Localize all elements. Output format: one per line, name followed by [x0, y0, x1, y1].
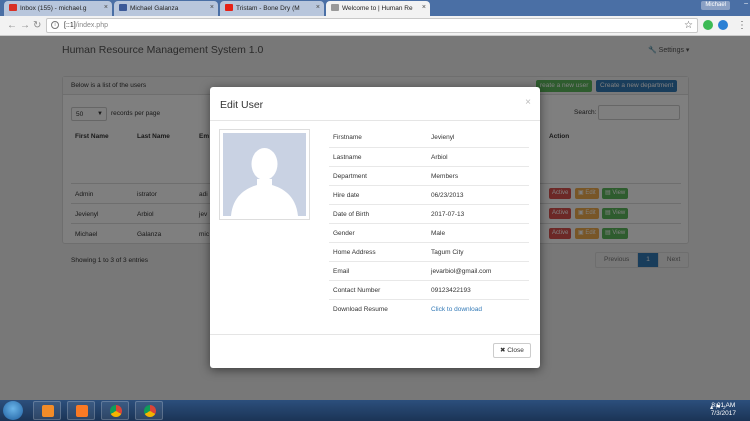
taskbar-app-chrome[interactable] — [135, 401, 163, 420]
close-icon[interactable]: × — [210, 4, 214, 11]
detail-row-date-of-birth: Date of Birth 2017-07-13 — [329, 204, 529, 223]
tab-title: Welcome to | Human Re — [342, 5, 413, 12]
bookmark-star-icon[interactable]: ☆ — [684, 20, 693, 31]
taskbar-app-chrome[interactable] — [101, 401, 129, 420]
detail-value: Members — [431, 173, 459, 180]
tab-title: Michael Galanza — [130, 5, 179, 12]
detail-label: Firstname — [333, 134, 362, 141]
tab-title: Inbox (155) - michael.g — [20, 5, 87, 12]
facebook-icon — [119, 4, 127, 11]
url-text[interactable]: [::1]/index.php — [64, 22, 108, 29]
user-photo — [219, 129, 310, 220]
xampp-icon — [76, 405, 88, 417]
detail-label: Home Address — [333, 249, 376, 256]
download-resume-link[interactable]: Click to download — [431, 306, 482, 313]
close-icon[interactable]: × — [525, 97, 531, 108]
detail-row-email: Email jevarbiol@gmail.com — [329, 261, 529, 280]
close-icon[interactable]: × — [104, 4, 108, 11]
tab-gmail[interactable]: Inbox (155) - michael.g × — [4, 1, 112, 16]
detail-row-home-address: Home Address Tagum City — [329, 242, 529, 261]
gmail-icon — [9, 4, 17, 11]
detail-row-department: Department Members — [329, 166, 529, 185]
back-icon[interactable]: ← — [7, 20, 17, 32]
tab-youtube[interactable]: Tristam - Bone Dry (M × — [220, 1, 324, 16]
extension-icon[interactable] — [718, 20, 728, 30]
window-controls[interactable]: – — [744, 0, 748, 7]
taskbar-clock[interactable]: 8:01 AM 7/3/2017 — [711, 402, 736, 418]
detail-row-gender: Gender Male — [329, 223, 529, 242]
detail-label: Contact Number — [333, 287, 381, 294]
close-icon[interactable]: × — [316, 4, 320, 11]
browser-toolbar: ← → ↻ i [::1]/index.php ☆ ⋮ — [0, 16, 750, 36]
detail-value: 2017-07-13 — [431, 211, 465, 218]
detail-value: 06/23/2013 — [431, 192, 464, 199]
detail-value: Tagum City — [431, 249, 464, 256]
close-icon[interactable]: × — [422, 4, 426, 11]
detail-value: Male — [431, 230, 446, 237]
page-content: Human Resource Management System 1.0 🔧 S… — [0, 36, 750, 400]
browser-tab-bar: Inbox (155) - michael.g × Michael Galanza… — [0, 0, 750, 16]
taskbar-app-xampp[interactable] — [67, 401, 95, 420]
detail-row-lastname: Lastname Arbiol — [329, 147, 529, 166]
tab-title: Tristam - Bone Dry (M — [236, 5, 300, 12]
detail-value: Jevienyl — [431, 134, 455, 141]
browser-user-badge[interactable]: Michael — [701, 1, 730, 10]
tab-hrms[interactable]: Welcome to | Human Re × — [326, 1, 430, 16]
tab-facebook[interactable]: Michael Galanza × — [114, 1, 218, 16]
reload-icon[interactable]: ↻ — [33, 20, 41, 32]
detail-label: Lastname — [333, 154, 362, 161]
detail-value: jevarbiol@gmail.com — [431, 268, 492, 275]
chrome-icon — [144, 405, 156, 417]
forward-icon[interactable]: → — [20, 20, 30, 32]
clock-time: 8:01 AM — [711, 402, 736, 409]
chrome-icon — [110, 405, 122, 417]
info-icon[interactable]: i — [51, 21, 59, 29]
youtube-icon — [225, 4, 233, 11]
detail-row-firstname: Firstname Jevienyl — [329, 128, 529, 147]
detail-row-hire-date: Hire date 06/23/2013 — [329, 185, 529, 204]
detail-row-contact-number: Contact Number 09123422193 — [329, 280, 529, 299]
detail-value: Arbiol — [431, 154, 448, 161]
windows-taskbar: ▴ ⚑ ♪ 8:01 AM 7/3/2017 — [0, 400, 750, 421]
close-button[interactable]: ✖ Close — [493, 343, 531, 358]
menu-icon[interactable]: ⋮ — [737, 20, 747, 32]
taskbar-app-sublime[interactable] — [33, 401, 61, 420]
detail-value: 09123422193 — [431, 287, 471, 294]
page-icon — [331, 4, 339, 11]
detail-label: Gender — [333, 230, 355, 237]
detail-label: Hire date — [333, 192, 360, 199]
start-button[interactable] — [3, 401, 23, 420]
detail-label: Department — [333, 173, 367, 180]
clock-date: 7/3/2017 — [710, 410, 736, 417]
modal-title: Edit User — [220, 99, 264, 111]
detail-row-download-resume: Download Resume Click to download — [329, 299, 529, 318]
divider — [210, 120, 540, 121]
detail-label: Date of Birth — [333, 211, 370, 218]
divider — [210, 334, 540, 335]
sublime-text-icon — [42, 405, 54, 417]
edit-user-modal: Edit User × ✖ Close Firstname Jevienyl Las… — [210, 87, 540, 368]
detail-label: Download Resume — [333, 306, 388, 313]
avatar-placeholder-icon — [223, 133, 306, 216]
address-bar[interactable]: i [::1]/index.php ☆ — [46, 18, 698, 33]
extension-icon[interactable] — [703, 20, 713, 30]
detail-label: Email — [333, 268, 350, 275]
